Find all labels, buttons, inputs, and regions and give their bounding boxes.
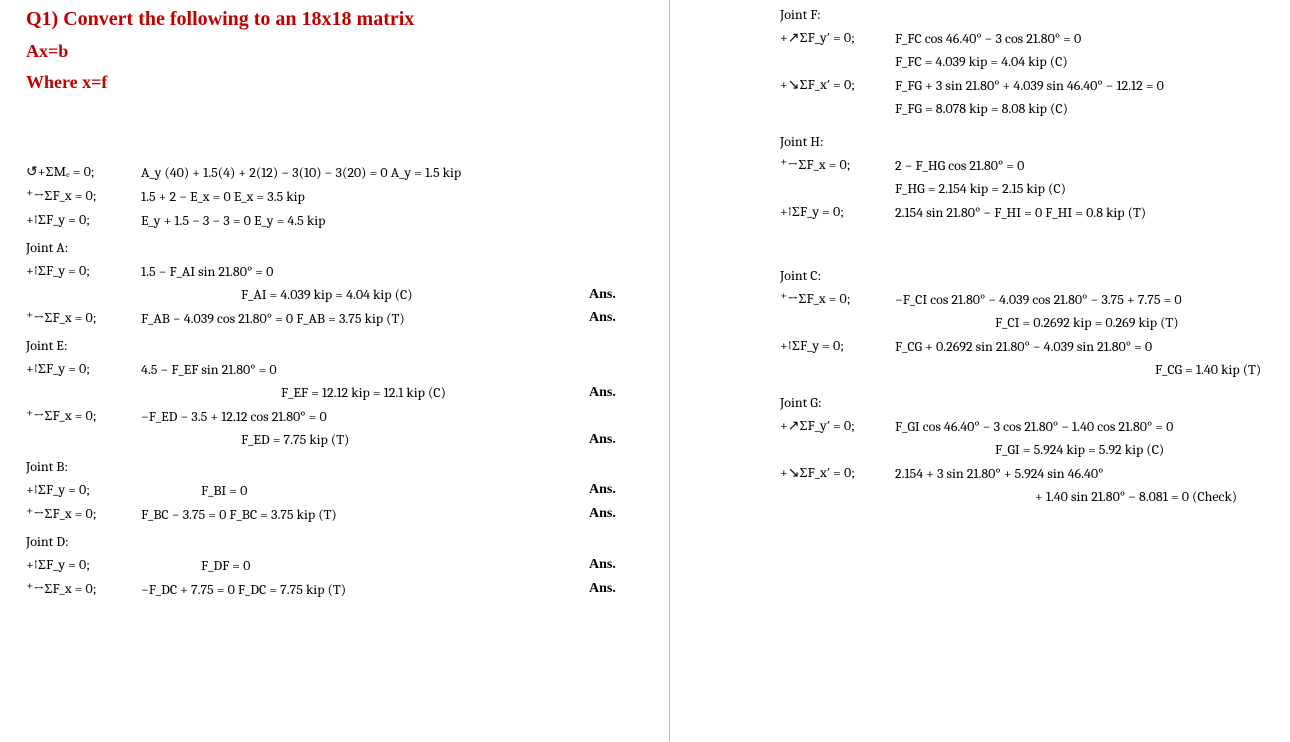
- expr: 1.5 + 2 − E_x = 0 E_x = 3.5 kip: [141, 188, 649, 205]
- expr: E_y + 1.5 − 3 − 3 = 0 E_y = 4.5 kip: [141, 212, 649, 229]
- label: ↺+ΣMₑ = 0;: [26, 163, 141, 181]
- expr: 2 − F_HG cos 21.80° = 0: [895, 157, 1270, 174]
- joint-F-eq3: +↘ΣF_x′ = 0; F_FG + 3 sin 21.80° + 4.039…: [780, 76, 1270, 94]
- joint-B-eq1: +↑ΣF_y = 0; F_BI = 0 Ans.: [26, 481, 649, 499]
- answer-label: Ans.: [589, 506, 649, 522]
- joint-A-header: Joint A:: [26, 239, 649, 256]
- joint-C-eq1: ⁺→ΣF_x = 0; −F_CI cos 21.80° − 4.039 cos…: [780, 290, 1270, 308]
- joint-D-eq2: ⁺→ΣF_x = 0; −F_DC + 7.75 = 0 F_DC = 7.75…: [26, 580, 649, 598]
- label: +↑ΣF_y = 0;: [26, 481, 141, 499]
- joint-C-header: Joint C:: [780, 267, 1270, 284]
- expr: F_AI = 4.039 kip = 4.04 kip (C): [141, 286, 589, 303]
- joint-C-eq2: F_CI = 0.2692 kip = 0.269 kip (T): [780, 314, 1270, 331]
- joint-H-eq2: F_HG = 2.154 kip = 2.15 kip (C): [780, 180, 1270, 197]
- expr: F_FC = 4.039 kip = 4.04 kip (C): [895, 53, 1270, 70]
- expr: −F_CI cos 21.80° − 4.039 cos 21.80° − 3.…: [895, 291, 1270, 308]
- expr: 4.5 − F_EF sin 21.80° = 0: [141, 361, 649, 378]
- expr: F_DF = 0: [141, 557, 589, 574]
- expr: F_FG + 3 sin 21.80° + 4.039 sin 46.40° −…: [895, 77, 1270, 94]
- joint-A-eq2: F_AI = 4.039 kip = 4.04 kip (C) Ans.: [26, 286, 649, 303]
- expr: F_GI = 5.924 kip = 5.92 kip (C): [895, 441, 1270, 458]
- label: +↑ΣF_y = 0;: [26, 556, 141, 574]
- expr: 2.154 + 3 sin 21.80° + 5.924 sin 46.40°: [895, 465, 1270, 482]
- expr: −F_DC + 7.75 = 0 F_DC = 7.75 kip (T): [141, 581, 589, 598]
- label: ⁺→ΣF_x = 0;: [780, 156, 895, 174]
- label: ⁺→ΣF_x = 0;: [26, 505, 141, 523]
- joint-G-eq4: + 1.40 sin 21.80° − 8.081 = 0 (Check): [780, 488, 1270, 505]
- label: ⁺→ΣF_x = 0;: [780, 290, 895, 308]
- joint-B-eq2: ⁺→ΣF_x = 0; F_BC − 3.75 = 0 F_BC = 3.75 …: [26, 505, 649, 523]
- joint-H-eq1: ⁺→ΣF_x = 0; 2 − F_HG cos 21.80° = 0: [780, 156, 1270, 174]
- expr: F_CG + 0.2692 sin 21.80° − 4.039 sin 21.…: [895, 338, 1270, 355]
- joint-D-eq1: +↑ΣF_y = 0; F_DF = 0 Ans.: [26, 556, 649, 574]
- joint-C-eq4: F_CG = 1.40 kip (T): [780, 361, 1270, 378]
- label: +↑ΣF_y = 0;: [26, 360, 141, 378]
- expr: F_CG = 1.40 kip (T): [895, 361, 1270, 378]
- label: +↑ΣF_y = 0;: [780, 337, 895, 355]
- label: ⁺→ΣF_x = 0;: [26, 407, 141, 425]
- expr: F_EF = 12.12 kip = 12.1 kip (C): [141, 384, 589, 401]
- eq-moment-E: ↺+ΣMₑ = 0; A_y (40) + 1.5(4) + 2(12) − 3…: [26, 163, 649, 181]
- expr: F_ED = 7.75 kip (T): [141, 431, 589, 448]
- expr: + 1.40 sin 21.80° − 8.081 = 0 (Check): [895, 488, 1270, 505]
- question-title: Q1) Convert the following to an 18x18 ma…: [26, 8, 649, 31]
- joint-G-header: Joint G:: [780, 394, 1270, 411]
- joint-A-eq1: +↑ΣF_y = 0; 1.5 − F_AI sin 21.80° = 0: [26, 262, 649, 280]
- joint-F-eq1: +↗ΣF_y′ = 0; F_FC cos 46.40° − 3 cos 21.…: [780, 29, 1270, 47]
- expr: F_BC − 3.75 = 0 F_BC = 3.75 kip (T): [141, 506, 589, 523]
- label: +↑ΣF_y = 0;: [26, 262, 141, 280]
- joint-H-eq3: +↑ΣF_y = 0; 2.154 sin 21.80° − F_HI = 0 …: [780, 203, 1270, 221]
- expr: −F_ED − 3.5 + 12.12 cos 21.80° = 0: [141, 408, 649, 425]
- label: +↘ΣF_x′ = 0;: [780, 464, 895, 482]
- label: +↗ΣF_y′ = 0;: [780, 417, 895, 435]
- left-column: Q1) Convert the following to an 18x18 ma…: [0, 0, 670, 742]
- expr: A_y (40) + 1.5(4) + 2(12) − 3(10) − 3(20…: [141, 164, 649, 181]
- expr: F_HG = 2.154 kip = 2.15 kip (C): [895, 180, 1270, 197]
- answer-label: Ans.: [589, 482, 649, 498]
- joint-F-header: Joint F:: [780, 6, 1270, 23]
- joint-E-eq2: F_EF = 12.12 kip = 12.1 kip (C) Ans.: [26, 384, 649, 401]
- label: +↑ΣF_y = 0;: [780, 203, 895, 221]
- joint-H-header: Joint H:: [780, 133, 1270, 150]
- joint-A-eq3: ⁺→ΣF_x = 0; F_AB − 4.039 cos 21.80° = 0 …: [26, 309, 649, 327]
- expr: F_FC cos 46.40° − 3 cos 21.80° = 0: [895, 30, 1270, 47]
- joint-F-eq4: F_FG = 8.078 kip = 8.08 kip (C): [780, 100, 1270, 117]
- question-equation: Ax=b: [26, 41, 649, 62]
- answer-label: Ans.: [589, 432, 649, 448]
- label: +↑ΣF_y = 0;: [26, 211, 141, 229]
- page: Q1) Convert the following to an 18x18 ma…: [0, 0, 1290, 742]
- label: ⁺→ΣF_x = 0;: [26, 580, 141, 598]
- right-column: Joint F: +↗ΣF_y′ = 0; F_FC cos 46.40° − …: [670, 0, 1290, 742]
- answer-label: Ans.: [589, 310, 649, 326]
- expr: F_AB − 4.039 cos 21.80° = 0 F_AB = 3.75 …: [141, 310, 589, 327]
- joint-G-eq2: F_GI = 5.924 kip = 5.92 kip (C): [780, 441, 1270, 458]
- expr: F_BI = 0: [141, 482, 589, 499]
- joint-E-eq4: F_ED = 7.75 kip (T) Ans.: [26, 431, 649, 448]
- answer-label: Ans.: [589, 287, 649, 303]
- expr: 1.5 − F_AI sin 21.80° = 0: [141, 263, 649, 280]
- joint-G-eq1: +↗ΣF_y′ = 0; F_GI cos 46.40° − 3 cos 21.…: [780, 417, 1270, 435]
- expr: F_CI = 0.2692 kip = 0.269 kip (T): [895, 314, 1270, 331]
- label: +↗ΣF_y′ = 0;: [780, 29, 895, 47]
- answer-label: Ans.: [589, 557, 649, 573]
- joint-E-header: Joint E:: [26, 337, 649, 354]
- joint-E-eq3: ⁺→ΣF_x = 0; −F_ED − 3.5 + 12.12 cos 21.8…: [26, 407, 649, 425]
- eq-sumFx: ⁺→ΣF_x = 0; 1.5 + 2 − E_x = 0 E_x = 3.5 …: [26, 187, 649, 205]
- joint-B-header: Joint B:: [26, 458, 649, 475]
- joint-D-header: Joint D:: [26, 533, 649, 550]
- eq-sumFy: +↑ΣF_y = 0; E_y + 1.5 − 3 − 3 = 0 E_y = …: [26, 211, 649, 229]
- answer-label: Ans.: [589, 385, 649, 401]
- expr: F_GI cos 46.40° − 3 cos 21.80° − 1.40 co…: [895, 418, 1270, 435]
- expr: F_FG = 8.078 kip = 8.08 kip (C): [895, 100, 1270, 117]
- label: +↘ΣF_x′ = 0;: [780, 76, 895, 94]
- label: ⁺→ΣF_x = 0;: [26, 309, 141, 327]
- joint-C-eq3: +↑ΣF_y = 0; F_CG + 0.2692 sin 21.80° − 4…: [780, 337, 1270, 355]
- question-where: Where x=f: [26, 72, 649, 93]
- joint-E-eq1: +↑ΣF_y = 0; 4.5 − F_EF sin 21.80° = 0: [26, 360, 649, 378]
- answer-label: Ans.: [589, 581, 649, 597]
- joint-F-eq2: F_FC = 4.039 kip = 4.04 kip (C): [780, 53, 1270, 70]
- joint-G-eq3: +↘ΣF_x′ = 0; 2.154 + 3 sin 21.80° + 5.92…: [780, 464, 1270, 482]
- expr: 2.154 sin 21.80° − F_HI = 0 F_HI = 0.8 k…: [895, 204, 1270, 221]
- label: ⁺→ΣF_x = 0;: [26, 187, 141, 205]
